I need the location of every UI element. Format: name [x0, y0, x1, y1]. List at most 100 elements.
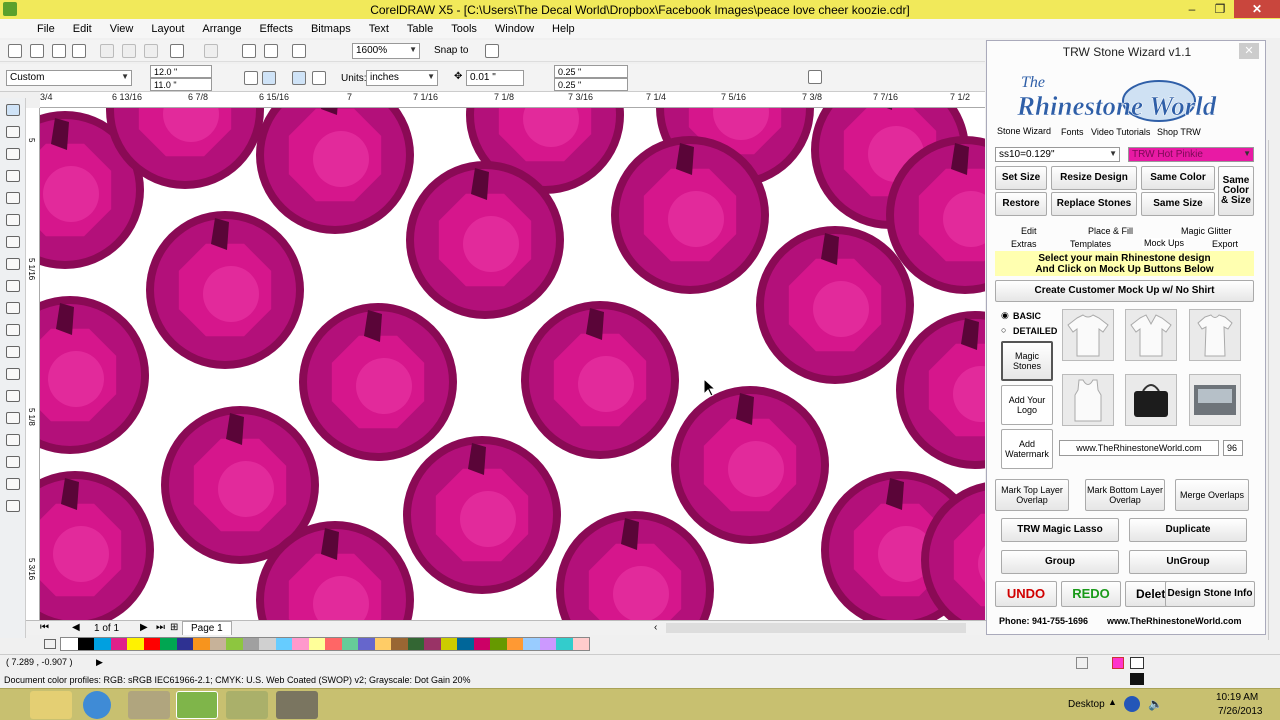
duplicate-button[interactable]: Duplicate [1129, 518, 1247, 542]
radio-detailed[interactable]: ○ [1001, 325, 1006, 335]
rhinestone[interactable] [40, 296, 149, 454]
radio-basic-selected[interactable]: ◉ [1001, 310, 1009, 321]
coreldraw-app-icon[interactable] [3, 2, 17, 16]
file-explorer-icon[interactable] [30, 691, 72, 719]
freehand-tool-icon[interactable] [6, 192, 20, 204]
palette-swatch[interactable] [358, 638, 375, 650]
palette-swatch[interactable] [242, 638, 259, 650]
publish-pdf-icon[interactable] [292, 44, 306, 58]
smart-fill-tool-icon[interactable] [6, 214, 20, 226]
zoom-tool-icon[interactable] [6, 170, 20, 182]
menu-window[interactable]: Window [486, 23, 543, 35]
palette-swatch[interactable] [374, 638, 391, 650]
no-fill-icon[interactable] [1130, 657, 1144, 669]
watermark-text-field[interactable]: www.TheRhinestoneWorld.com [1059, 440, 1219, 456]
outline-tool-icon[interactable] [6, 456, 20, 468]
palette-swatch[interactable] [490, 638, 507, 650]
tab-templates[interactable]: Templates [1070, 239, 1111, 249]
mockup-tank-top[interactable] [1062, 374, 1114, 426]
tab-mock-ups[interactable]: Mock Ups [1142, 238, 1187, 248]
docker-close-icon[interactable]: ✕ [1239, 43, 1259, 59]
palette-swatch[interactable] [127, 638, 144, 650]
set-size-button[interactable]: Set Size [995, 166, 1047, 190]
recorder-icon[interactable] [276, 691, 318, 719]
nudge-distance-field[interactable]: 0.01 " [466, 70, 524, 86]
eyedropper-tool-icon[interactable] [6, 434, 20, 446]
menu-layout[interactable]: Layout [142, 23, 193, 35]
show-hidden-icons[interactable]: ▲ [1108, 697, 1117, 707]
palette-swatch[interactable] [440, 638, 457, 650]
palette-swatch[interactable] [506, 638, 523, 650]
palette-swatch[interactable] [407, 638, 424, 650]
print-icon[interactable] [72, 44, 86, 58]
palette-swatch[interactable] [556, 638, 573, 650]
same-color-and-size-button[interactable]: Same Color & Size [1218, 166, 1254, 216]
add-page-icon[interactable]: ⊞ [170, 622, 178, 633]
menu-bitmaps[interactable]: Bitmaps [302, 23, 360, 35]
replace-stones-button[interactable]: Replace Stones [1051, 192, 1137, 216]
mark-top-layer-overlap-button[interactable]: Mark Top Layer Overlap [995, 479, 1069, 511]
units-combo[interactable]: inches ▼ [366, 70, 438, 86]
crop-tool-icon[interactable] [6, 148, 20, 160]
action-center-icon[interactable] [1124, 696, 1140, 712]
page-options-icon[interactable] [808, 70, 822, 84]
rhinestone[interactable] [256, 108, 414, 234]
shape-tool-icon[interactable] [6, 126, 20, 138]
palette-swatch[interactable] [457, 638, 474, 650]
rhinestone[interactable] [756, 226, 914, 384]
app-icon[interactable] [128, 691, 170, 719]
palette-menu-icon[interactable] [44, 639, 56, 649]
rhinestone[interactable] [611, 136, 769, 294]
palette-swatch[interactable] [572, 638, 589, 650]
color-palette[interactable] [60, 637, 590, 651]
duplicate-y-field[interactable]: 0.25 " [554, 78, 628, 91]
mockup-handbag[interactable] [1125, 374, 1177, 426]
tab-place-and-fill[interactable]: Place & Fill [1088, 226, 1133, 236]
palette-swatch[interactable] [424, 638, 441, 650]
page-height-field[interactable]: 11.0 " [150, 78, 212, 91]
scroll-left-icon[interactable]: ‹ [654, 622, 657, 633]
stone-color-select[interactable]: TRW Hot Pinkie ▼ [1128, 147, 1254, 162]
current-page-icon[interactable] [312, 71, 326, 85]
palette-swatch[interactable] [193, 638, 210, 650]
resize-design-button[interactable]: Resize Design [1051, 166, 1137, 190]
palette-swatch[interactable] [160, 638, 177, 650]
menu-help[interactable]: Help [543, 23, 584, 35]
clock-time[interactable]: 10:19 AM [1216, 692, 1258, 703]
docker-tabs-strip[interactable] [1268, 140, 1280, 640]
tab-fonts[interactable]: Fonts [1061, 127, 1084, 137]
export-icon[interactable] [264, 44, 278, 58]
palette-swatch[interactable] [308, 638, 325, 650]
expand-icon[interactable]: ▶ [96, 657, 103, 668]
menu-view[interactable]: View [101, 23, 143, 35]
connector-tool-icon[interactable] [6, 390, 20, 402]
palette-swatch[interactable] [77, 638, 94, 650]
ruler-vertical[interactable]: 5 5 1/16 5 1/8 5 3/16 [26, 108, 40, 620]
menu-arrange[interactable]: Arrange [193, 23, 250, 35]
palette-swatch[interactable] [176, 638, 193, 650]
undo-icon[interactable] [170, 44, 184, 58]
rhinestone[interactable] [521, 301, 679, 459]
options-icon[interactable] [485, 44, 499, 58]
interactive-fill-tool-icon[interactable] [6, 500, 20, 512]
fill-indicator-icon[interactable] [1112, 657, 1124, 669]
page-width-field[interactable]: 12.0 " [150, 65, 212, 78]
tab-video-tutorials[interactable]: Video Tutorials [1091, 127, 1150, 137]
all-pages-icon[interactable] [292, 71, 306, 85]
blend-tool-icon[interactable] [6, 412, 20, 424]
tab-stone-wizard[interactable]: Stone Wizard [997, 126, 1051, 136]
mockup-tshirt-vneck[interactable] [1125, 309, 1177, 361]
pick-tool-icon[interactable] [6, 104, 20, 116]
copy-icon[interactable] [122, 44, 136, 58]
palette-swatch[interactable] [473, 638, 490, 650]
rhinestone[interactable] [671, 386, 829, 544]
menu-effects[interactable]: Effects [251, 23, 302, 35]
tab-shop-trw[interactable]: Shop TRW [1157, 127, 1201, 137]
palette-swatch[interactable] [391, 638, 408, 650]
prev-page-icon[interactable]: ◀ [72, 622, 80, 633]
rhinestone[interactable] [40, 471, 154, 620]
watermark-size-field[interactable]: 96 [1223, 440, 1243, 456]
fill-tool-icon[interactable] [6, 478, 20, 490]
open-icon[interactable] [30, 44, 44, 58]
ruler-horizontal[interactable]: 3/4 6 13/16 6 7/8 6 15/16 7 7 1/16 7 1/8… [40, 92, 985, 108]
